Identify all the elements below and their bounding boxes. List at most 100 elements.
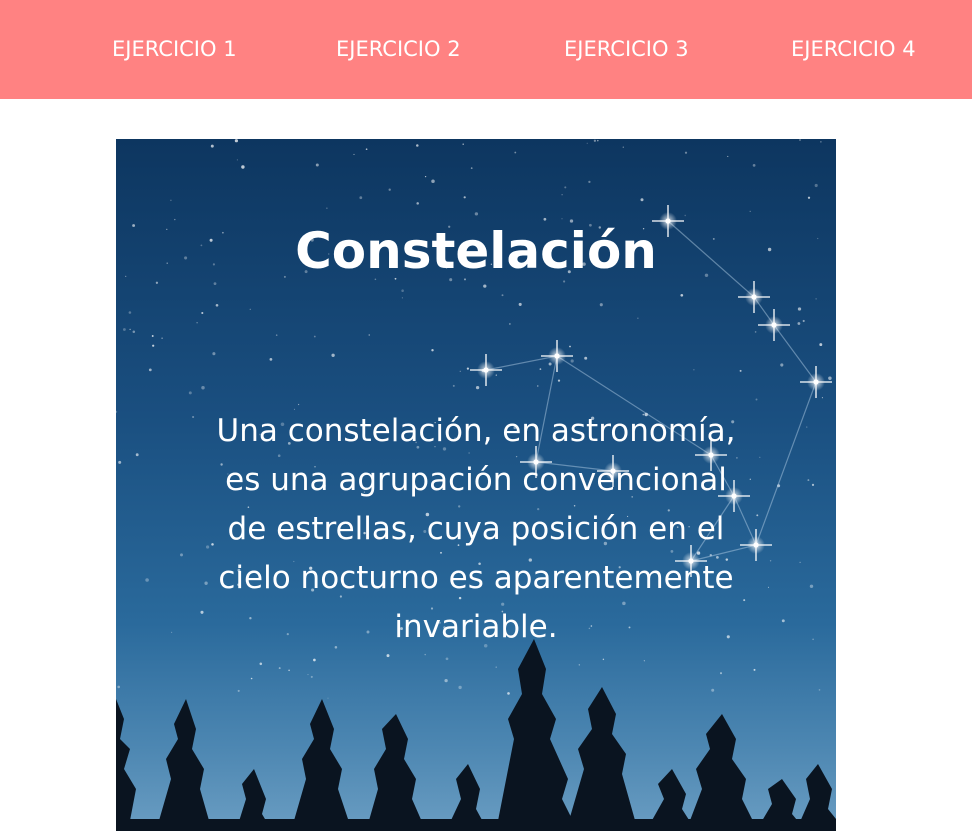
sky-star-dot [548,362,552,366]
card-title: Constelación [295,222,657,280]
sky-star-dot [386,654,390,658]
sky-star-dot [501,294,504,297]
sky-star-dot [315,163,319,167]
sky-star-dot [539,368,542,370]
sky-star-dot [365,148,368,151]
sky-star-dot [196,322,198,324]
sky-star-dot [693,369,695,371]
sky-star-dot [212,352,216,356]
sky-star-dot [275,334,278,336]
sky-star-dot [749,210,751,213]
sky-star-dot [215,303,219,307]
sky-star-dot [234,139,238,143]
sky-star-dot [755,398,758,401]
sky-star-dot [537,385,539,387]
sky-star-dot [518,302,522,306]
nav-link-ejercicio-2[interactable]: EJERCICIO 2 [336,35,461,63]
sky-star-dot [564,186,567,189]
sky-star-dot [561,218,563,220]
sky-star-dot [180,553,183,557]
sky-star-dot [599,303,603,307]
sky-star-dot [828,376,832,380]
sky-star-dot [297,403,300,406]
sky-star-dot [586,142,588,144]
sky-star-dot [170,199,172,202]
sky-star-dot [711,688,715,692]
sky-star-dot [237,689,240,692]
sky-star-dot [640,198,644,202]
sky-star-dot [331,353,335,357]
sky-star-dot [401,297,403,299]
sky-star-dot [210,144,214,148]
sky-star-dot [809,584,814,589]
sky-star-dot [643,660,645,662]
nav-link-ejercicio-3[interactable]: EJERCICIO 3 [564,35,689,63]
sky-star-dot [401,289,404,292]
constellation-star [758,309,790,341]
sky-star-dot [161,337,163,339]
sky-star-dot [462,143,464,145]
sky-star-dot [250,677,253,680]
sky-star-dot [769,560,772,562]
sky-star-dot [799,561,801,564]
sky-star-dot [811,483,815,487]
sky-star-dot [122,328,126,331]
sky-star-dot [416,144,419,147]
sky-star-dot [578,664,580,666]
sky-star-dot [151,335,154,337]
sky-star-dot [116,410,118,413]
top-navigation-bar: EJERCICIO 1 EJERCICIO 2 EJERCICIO 3 EJER… [0,0,972,99]
sky-star-dot [249,308,251,310]
sky-star-dot [445,657,449,661]
sky-star-dot [819,343,823,347]
sky-star-dot [821,397,823,399]
sky-star-dot [201,311,204,315]
sky-star-dot [132,330,136,333]
sky-star-dot [152,344,155,347]
sky-star-dot [483,284,487,288]
sky-star-dot [431,179,435,184]
sky-star-dot [797,322,801,325]
sky-star-dot [128,311,132,314]
sky-star-dot [463,196,466,199]
sky-star-dot [129,328,131,331]
constellation-star [800,366,832,398]
sky-star-dot [807,479,810,482]
sky-star-dot [756,514,759,517]
sky-star-dot [459,370,461,372]
sky-star-dot [759,456,761,458]
nav-link-ejercicio-1[interactable]: EJERCICIO 1 [112,35,237,63]
sky-star-dot [495,374,497,376]
sky-star-dot [622,146,624,148]
sky-star-dot [570,359,574,363]
sky-star-dot [192,415,195,419]
sky-star-dot [684,214,686,217]
sky-star-dot [117,685,121,689]
nav-link-ejercicio-4[interactable]: EJERCICIO 4 [791,35,916,63]
sky-star-dot [680,293,684,297]
sky-star-dot [424,653,426,656]
sky-star-dot [781,619,785,623]
sky-star-dot [474,212,479,216]
constellation-star [738,281,770,313]
constellation-star [541,340,573,372]
sky-star-dot [754,331,757,333]
sky-star-dot [269,358,273,361]
sky-star-dot [118,460,122,464]
sky-star-dot [812,638,814,641]
sky-star-dot [820,141,822,143]
sky-star-dot [557,379,561,382]
sky-star-dot [475,385,480,390]
sky-star-dot [806,426,808,428]
sky-star-dot [814,183,818,188]
sky-star-dot [327,697,329,699]
sky-star-dot [388,188,391,191]
sky-star-dot [359,196,363,200]
sky-star-dot [201,386,205,390]
sky-star-dot [313,335,316,338]
sky-star-dot [313,658,316,662]
sky-star-dot [584,356,588,360]
sky-star-dot [509,323,511,325]
sky-star-dot [424,175,427,178]
sky-star-dot [170,631,173,634]
